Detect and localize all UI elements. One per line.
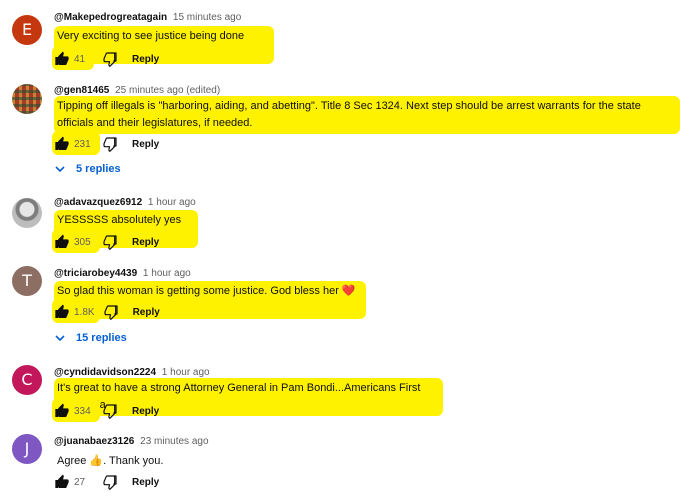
avatar[interactable] [12,84,42,114]
like-count: 41 [74,53,86,65]
thumbs-up-icon[interactable] [54,51,70,67]
comment-header: @triciarobey4439 1 hour ago [54,268,191,279]
chevron-down-icon [54,163,66,175]
comment-header: @Makepedrogreatagain 15 minutes ago [54,12,241,23]
comment-actions: 231 Reply [52,131,159,155]
timestamp[interactable]: 25 minutes ago (edited) [115,85,220,96]
avatar[interactable]: E [12,15,42,45]
thumbs-up-icon[interactable] [54,474,70,490]
comment-header: @cyndidavidson2224 1 hour ago [54,367,210,378]
timestamp[interactable]: 23 minutes ago [140,436,208,447]
author-name[interactable]: @adavazquez6912 [54,197,142,208]
thumbs-down-icon[interactable] [102,474,118,490]
thumbs-up-icon[interactable] [54,136,70,152]
replies-label: 15 replies [76,332,127,344]
timestamp[interactable]: 1 hour ago [162,367,210,378]
author-name[interactable]: @juanabaez3126 [54,436,134,447]
timestamp[interactable]: 1 hour ago [148,197,196,208]
comment-actions: 41 Reply [52,46,159,70]
avatar[interactable]: C [12,365,42,395]
reply-button[interactable]: Reply [132,54,159,65]
author-name[interactable]: @triciarobey4439 [54,268,137,279]
chevron-down-icon [54,332,66,344]
reply-button[interactable]: Reply [132,139,159,150]
reply-button[interactable]: Reply [132,477,159,488]
comment-actions: 305 Reply [52,229,159,253]
avatar[interactable]: T [12,266,42,296]
comment-actions: 334 Reply [52,398,159,422]
comment-actions: 1.8K Reply [52,299,160,323]
like-count: 1.8K [74,306,95,318]
thumbs-down-icon[interactable] [102,136,118,152]
avatar[interactable] [12,198,42,228]
view-replies-button[interactable]: 5 replies [54,163,121,175]
comment-text: Tipping off illegals is "harboring, aidi… [54,96,680,134]
thumbs-down-icon[interactable] [102,403,118,419]
thumbs-down-icon[interactable] [102,234,118,250]
timestamp[interactable]: 1 hour ago [143,268,191,279]
view-replies-button[interactable]: 15 replies [54,332,127,344]
comment-header: @adavazquez6912 1 hour ago [54,197,196,208]
avatar[interactable]: J [12,434,42,464]
comment-header: @juanabaez3126 23 minutes ago [54,436,209,447]
reply-button[interactable]: Reply [132,237,159,248]
like-count: 231 [74,138,91,150]
comment-header: @gen81465 25 minutes ago (edited) [54,85,220,96]
reply-button[interactable]: Reply [132,406,159,417]
thumbs-up-icon[interactable] [54,234,70,250]
author-name[interactable]: @gen81465 [54,85,109,96]
like-count: 334 [74,405,91,417]
like-count: 305 [74,236,91,248]
thumbs-up-icon[interactable] [54,403,70,419]
like-count: 27 [74,476,86,488]
author-name[interactable]: @Makepedrogreatagain [54,12,167,23]
comment-actions: 27 Reply [54,472,159,492]
replies-label: 5 replies [76,163,121,175]
reply-button[interactable]: Reply [133,307,160,318]
thumbs-down-icon[interactable] [102,51,118,67]
author-name[interactable]: @cyndidavidson2224 [54,367,156,378]
timestamp[interactable]: 15 minutes ago [173,12,241,23]
comment-text: Agree 👍. Thank you. [57,455,164,467]
thumbs-down-icon[interactable] [103,304,119,320]
thumbs-up-icon[interactable] [54,304,70,320]
